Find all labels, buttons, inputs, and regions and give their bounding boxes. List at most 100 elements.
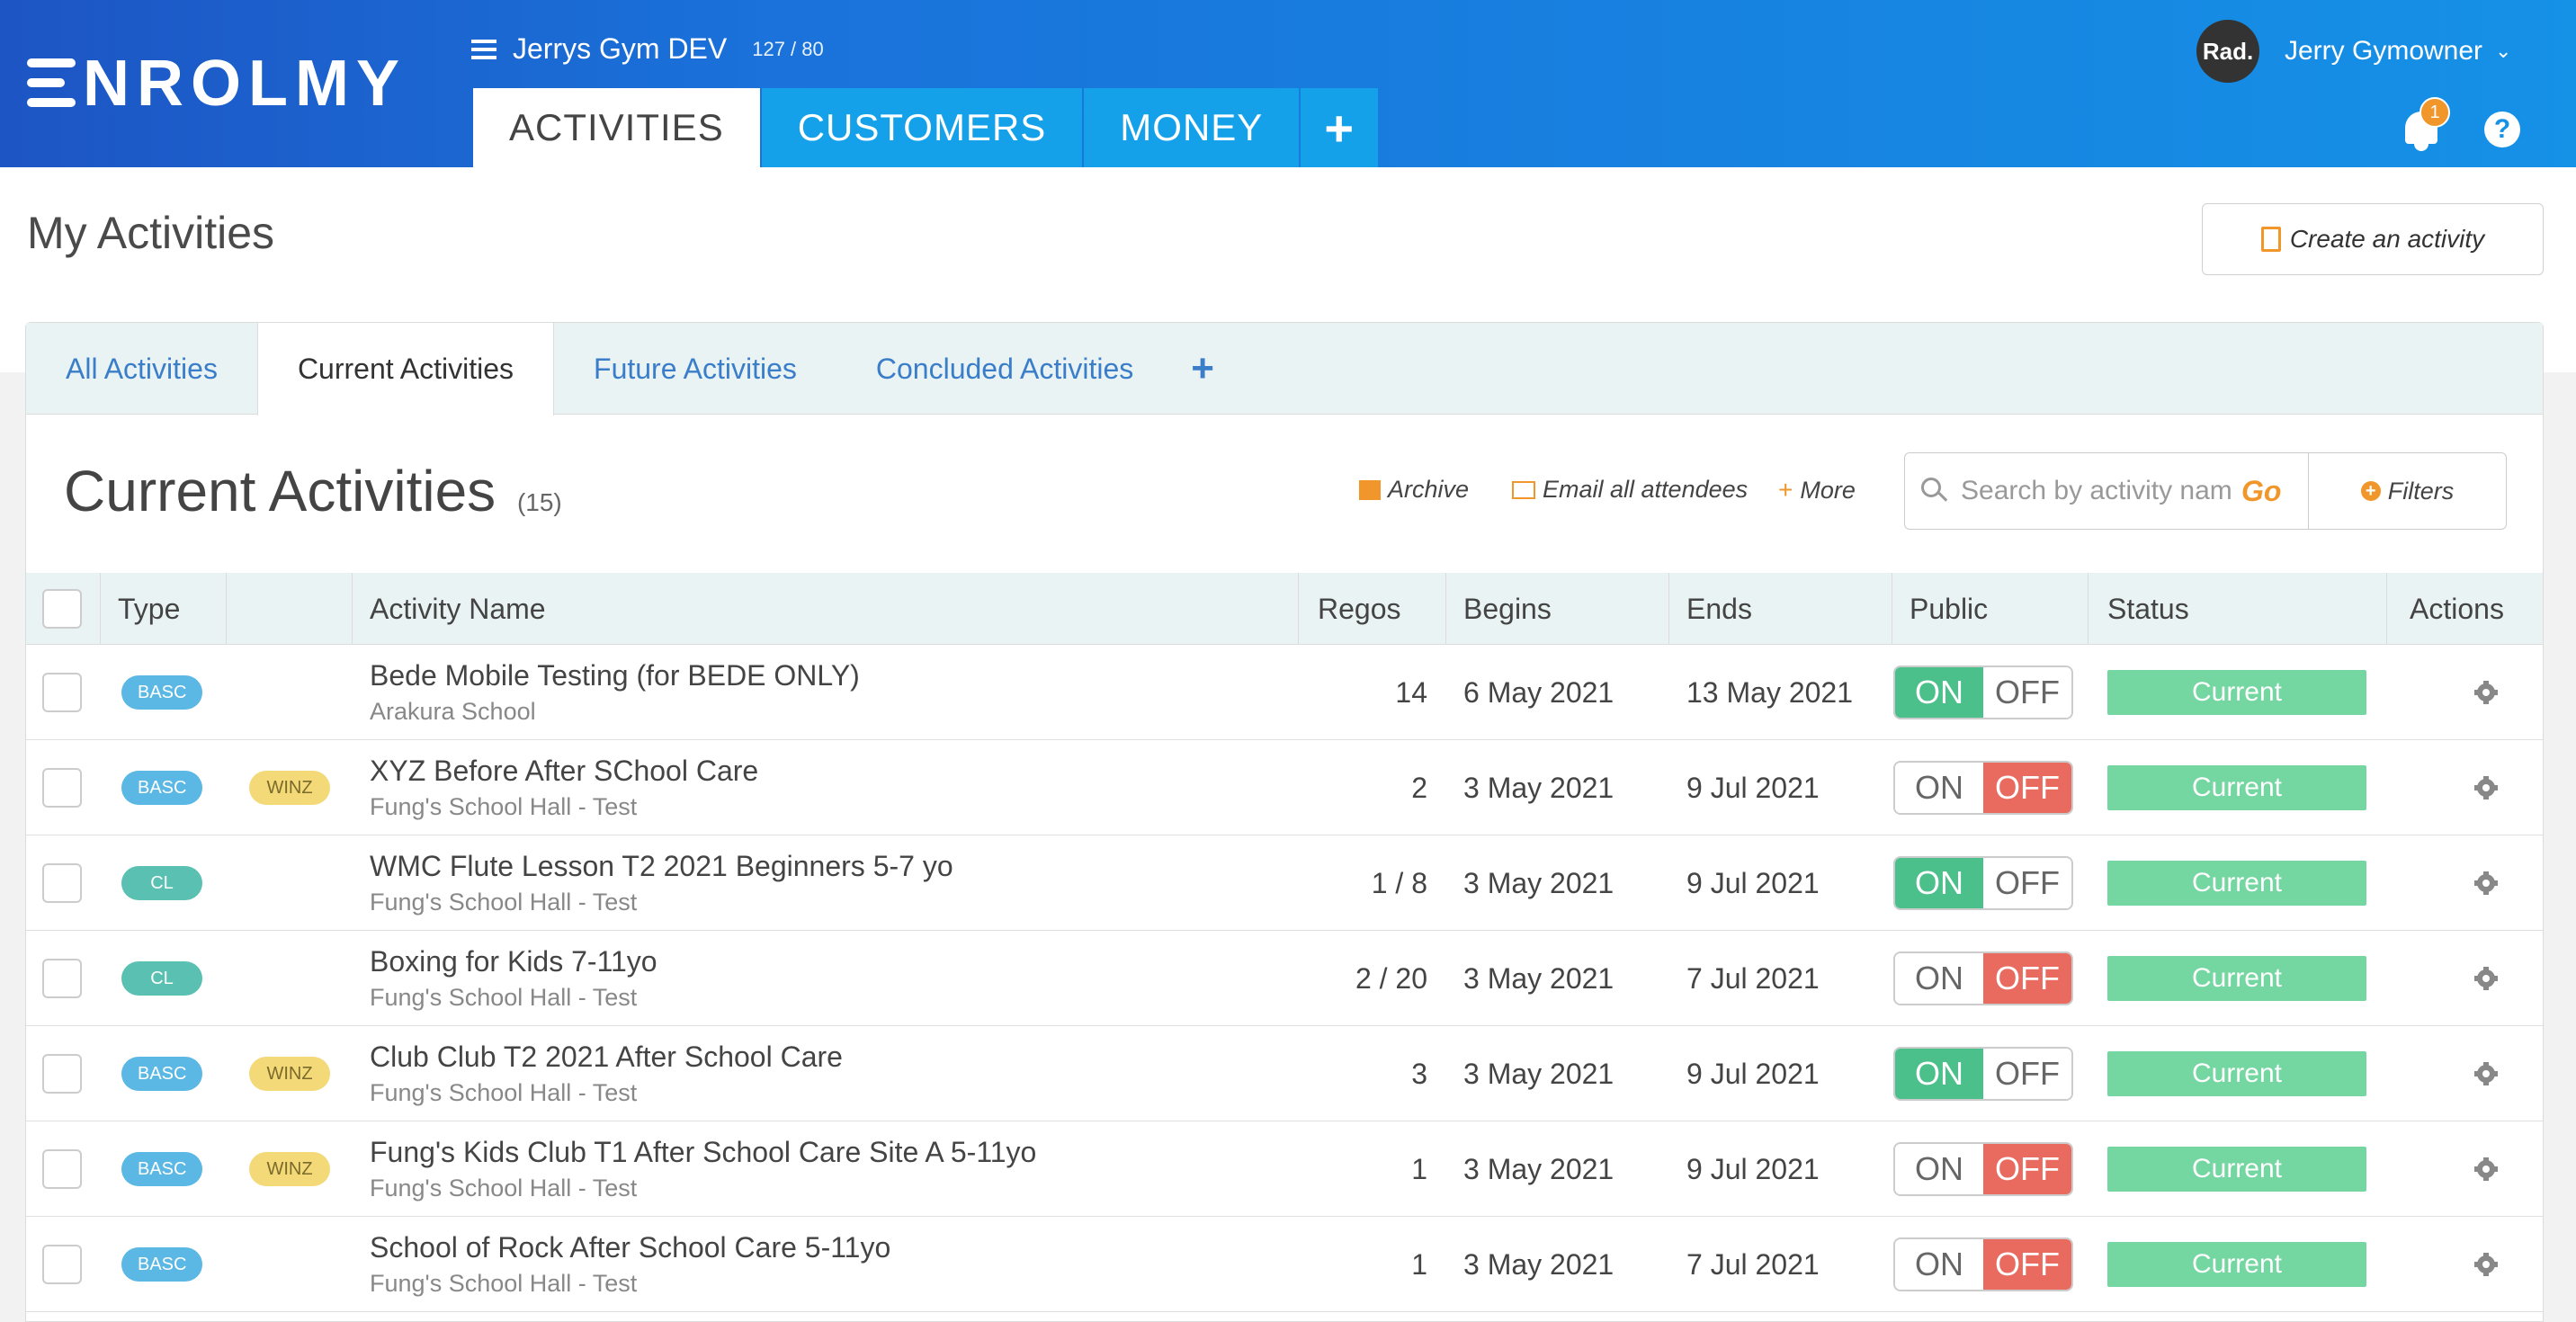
public-toggle[interactable]: ON OFF (1893, 761, 2073, 815)
logo-text: NROLMY (83, 48, 407, 120)
public-toggle[interactable]: ON OFF (1893, 665, 2073, 719)
column-regos[interactable]: Regos (1318, 573, 1401, 645)
row-checkbox[interactable] (42, 768, 82, 808)
row-checkbox[interactable] (42, 863, 82, 903)
toggle-on[interactable]: ON (1895, 858, 1983, 908)
row-checkbox[interactable] (42, 1149, 82, 1189)
table-row[interactable]: BASC School of Rock After School Care 5-… (26, 1217, 2543, 1312)
table-row[interactable]: BASC WINZ Fung's Kids Club T1 After Scho… (26, 1121, 2543, 1217)
help-icon[interactable]: ? (2484, 112, 2520, 147)
toggle-on[interactable]: ON (1895, 953, 1983, 1004)
toggle-off[interactable]: OFF (1983, 1239, 2071, 1290)
row-checkbox[interactable] (42, 1245, 82, 1284)
email-all-attendees-button[interactable]: Email all attendees (1512, 476, 1748, 504)
document-icon (2260, 227, 2281, 252)
public-toggle[interactable]: ON OFF (1893, 1237, 2073, 1291)
toggle-off[interactable]: OFF (1983, 667, 2071, 718)
toggle-on[interactable]: ON (1895, 1049, 1983, 1099)
toggle-on[interactable]: ON (1895, 667, 1983, 718)
column-activity-name[interactable]: Activity Name (370, 573, 546, 645)
column-type[interactable]: Type (118, 573, 180, 645)
toggle-off[interactable]: OFF (1983, 1049, 2071, 1099)
add-view-tab-button[interactable]: + (1173, 323, 1232, 415)
activity-venue: Fung's School Hall - Test (370, 984, 638, 1011)
hamburger-menu-icon[interactable] (471, 39, 496, 59)
table-row[interactable]: BASC WINZ XYZ Before After SChool Care F… (26, 740, 2543, 835)
filters-button[interactable]: + Filters (2308, 453, 2506, 529)
type-badge: CL (121, 961, 202, 996)
activity-name-link[interactable]: WMC Flute Lesson T2 2021 Beginners 5-7 y… (370, 850, 953, 883)
tab-all-activities[interactable]: All Activities (26, 323, 257, 415)
column-public[interactable]: Public (1910, 573, 1988, 645)
tab-future-activities[interactable]: Future Activities (554, 323, 836, 415)
select-all-checkbox[interactable] (42, 589, 82, 629)
gear-icon[interactable] (2474, 1062, 2498, 1085)
column-ends[interactable]: Ends (1686, 573, 1752, 645)
tab-money[interactable]: MONEY (1084, 88, 1300, 167)
more-button[interactable]: + More (1778, 476, 1856, 505)
gear-icon[interactable] (2474, 681, 2498, 704)
tab-concluded-activities[interactable]: Concluded Activities (836, 323, 1173, 415)
enrolmy-logo[interactable]: NROLMY (27, 47, 407, 121)
archive-button[interactable]: Archive (1359, 476, 1469, 504)
activity-name-link[interactable]: Fung's Kids Club T1 After School Care Si… (370, 1136, 1036, 1169)
table-row[interactable]: CL WMC Flute Lesson T2 2021 Beginners 5-… (26, 835, 2543, 931)
toggle-on[interactable]: ON (1895, 1239, 1983, 1290)
regos-value: 1 (1411, 1152, 1427, 1185)
column-begins[interactable]: Begins (1463, 573, 1552, 645)
begins-date: 3 May 2021 (1463, 771, 1614, 804)
toggle-off[interactable]: OFF (1983, 858, 2071, 908)
table-row[interactable]: CL Boxing for Kids 7-11yo Fung's School … (26, 931, 2543, 1026)
tab-current-activities[interactable]: Current Activities (256, 323, 555, 415)
ends-date: 9 Jul 2021 (1686, 771, 1820, 804)
row-checkbox[interactable] (42, 673, 82, 712)
user-menu[interactable]: Rad. Jerry Gymowner ⌄ (2196, 20, 2511, 83)
gear-icon[interactable] (2474, 776, 2498, 799)
notifications-bell-icon[interactable]: 1 (2400, 97, 2450, 153)
status-badge: Current (2107, 765, 2366, 810)
public-toggle[interactable]: ON OFF (1893, 856, 2073, 910)
search-input[interactable] (1961, 476, 2231, 506)
ends-date: 9 Jul 2021 (1686, 1152, 1820, 1185)
row-checkbox[interactable] (42, 1054, 82, 1094)
gear-icon[interactable] (2474, 1157, 2498, 1181)
go-button[interactable]: Go (2241, 475, 2286, 508)
status-badge: Current (2107, 861, 2366, 906)
main-nav-tabs: ACTIVITIES CUSTOMERS MONEY + (473, 88, 1380, 167)
activity-count: (15) (516, 488, 562, 516)
table-row[interactable]: BASC Bede Mobile Testing (for BEDE ONLY)… (26, 645, 2543, 740)
toggle-off[interactable]: OFF (1983, 763, 2071, 813)
tab-customers[interactable]: CUSTOMERS (761, 88, 1083, 167)
activity-venue: Fung's School Hall - Test (370, 793, 638, 820)
activity-name-link[interactable]: Boxing for Kids 7-11yo (370, 945, 657, 978)
public-toggle[interactable]: ON OFF (1893, 951, 2073, 1005)
gear-icon[interactable] (2474, 871, 2498, 895)
activity-name-link[interactable]: School of Rock After School Care 5-11yo (370, 1231, 890, 1264)
create-activity-button[interactable]: Create an activity (2202, 203, 2544, 275)
activity-name-link[interactable]: Club Club T2 2021 After School Care (370, 1041, 843, 1074)
regos-value: 2 / 20 (1355, 961, 1427, 995)
gear-icon[interactable] (2474, 967, 2498, 990)
toggle-on[interactable]: ON (1895, 1144, 1983, 1194)
activity-name-link[interactable]: XYZ Before After SChool Care (370, 755, 758, 788)
gear-icon[interactable] (2474, 1253, 2498, 1276)
search-icon (1921, 478, 1948, 505)
activity-venue: Fung's School Hall - Test (370, 1270, 638, 1297)
plus-icon: + (1778, 476, 1793, 504)
begins-date: 3 May 2021 (1463, 961, 1614, 995)
row-checkbox[interactable] (42, 959, 82, 998)
toggle-off[interactable]: OFF (1983, 1144, 2071, 1194)
public-toggle[interactable]: ON OFF (1893, 1047, 2073, 1101)
archive-label: Archive (1388, 476, 1470, 503)
activity-name-link[interactable]: Bede Mobile Testing (for BEDE ONLY) (370, 659, 860, 692)
workspace-selector[interactable]: Jerrys Gym DEV 127 / 80 (471, 32, 824, 66)
table-row[interactable]: BASC WINZ Club Club T2 2021 After School… (26, 1026, 2543, 1121)
public-toggle[interactable]: ON OFF (1893, 1142, 2073, 1196)
toggle-on[interactable]: ON (1895, 763, 1983, 813)
toggle-off[interactable]: OFF (1983, 953, 2071, 1004)
logo-e-mark (27, 57, 76, 107)
tab-activities[interactable]: ACTIVITIES (473, 88, 760, 167)
add-tab-button[interactable]: + (1301, 88, 1379, 167)
avatar[interactable]: Rad. (2196, 20, 2259, 83)
column-status[interactable]: Status (2107, 573, 2189, 645)
